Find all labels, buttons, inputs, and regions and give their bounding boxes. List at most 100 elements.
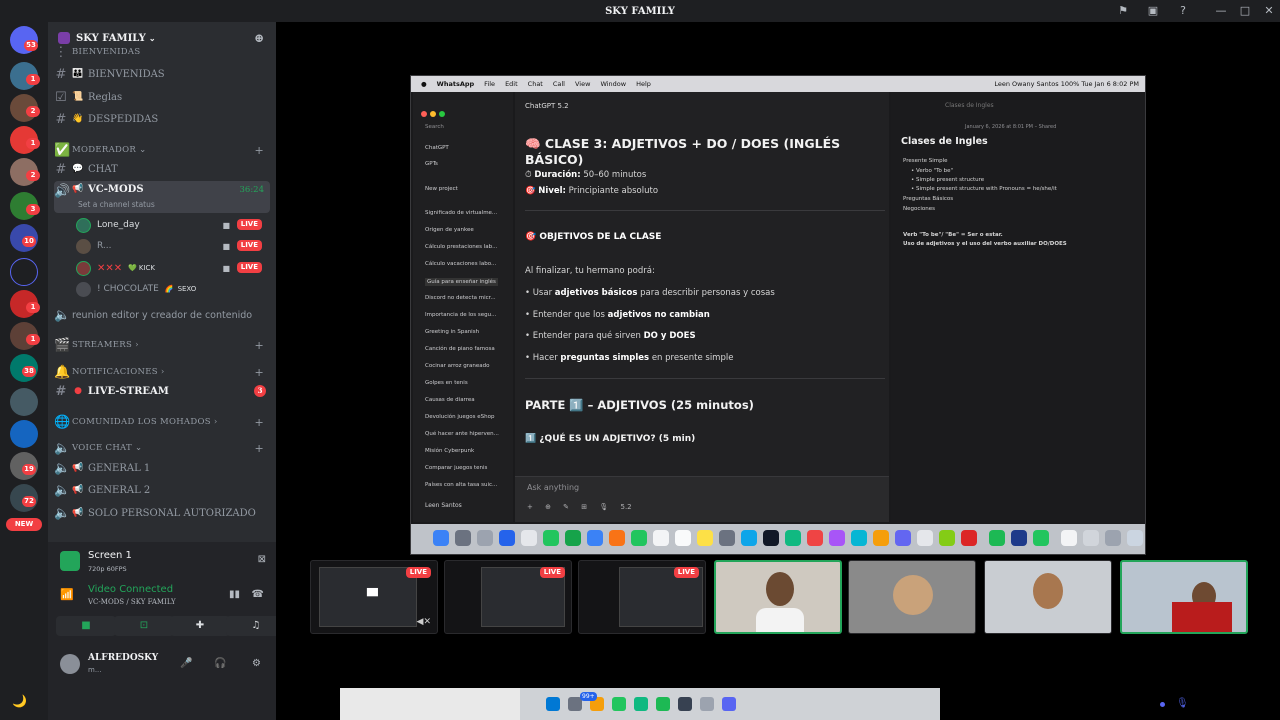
speaker-icon: 🔈 [54,440,71,456]
input-tools: + ⊕ ✎ ⊞ 🎙 5.2 [527,503,632,511]
monitor-icon[interactable]: ▣ [1146,4,1160,18]
disconnect-icon[interactable]: ☎ [252,589,264,600]
camera-button[interactable]: ■ [56,616,116,636]
microphone-icon[interactable]: 🎤 [180,658,192,669]
stream-quality: 720p 60FPS [88,565,127,573]
bullet-text: en presente simple [649,353,734,363]
chrome-icon [917,530,933,546]
server-rail: 53 1 2 1 2 3 10 1 1 38 19 72 NEW [0,22,48,720]
inbox-icon[interactable]: ⚑ [1116,4,1130,18]
voice-channel-solo-personal[interactable]: 🔈 📢 SOLO PERSONAL AUTORIZADO [54,503,270,523]
voice-connection: 📶 Video Connected VC-MODS / SKY FAMILY ▮… [56,582,270,612]
server-badge: 3 [26,204,40,215]
channel-label: SOLO PERSONAL AUTORIZADO [88,507,256,519]
menubar-status: Leen Owany Santos 100% Tue Jan 6 8:02 PM [994,80,1139,88]
add-channel-icon[interactable]: + [254,442,264,455]
maximize-icon[interactable]: □ [1238,4,1252,18]
camera-tile[interactable] [848,560,976,634]
voice-timer: 36:24 [239,185,265,195]
add-member-icon[interactable]: ⊕ [254,31,264,45]
stream-card[interactable]: Screen 1 720p 60FPS ⊠ [56,548,270,578]
participant-body [756,608,804,632]
note-item: Preguntas Básicos [903,196,954,202]
bullet-bold: DO y DOES [643,331,696,341]
server-icon[interactable] [10,420,38,448]
add-channel-icon[interactable]: + [254,366,264,379]
voice-member[interactable]: R... ■ LIVE [76,236,266,256]
category-notificaciones[interactable]: 🔔 NOTIFICACIONES › + [54,362,270,382]
category-bienvenidas[interactable]: ⋮ BIENVENIDAS [54,45,270,60]
folder-icon[interactable] [10,258,38,286]
camera-tile[interactable] [1120,560,1248,634]
app-icon [851,530,867,546]
help-icon[interactable]: ? [1176,4,1190,18]
objectives-heading: 🎯 OBJETIVOS DE LA CLASE [525,232,662,242]
chat-item: Origen de yankee [425,227,474,233]
connection-status: Video Connected [88,584,174,595]
voice-member[interactable]: ✕✕✕ 💚 KICK ■ LIVE [76,258,266,278]
chat-item: Canción de piano famosa [425,346,495,352]
voice-member[interactable]: ! CHOCOLATE 🌈 SEXO [76,279,266,299]
speaker-icon: 🔈 [54,460,71,476]
channel-bienvenidas[interactable]: # 👪 BIENVENIDAS [54,64,270,84]
camera-tile[interactable] [984,560,1112,634]
category-streamers[interactable]: 🎬 STREAMERS › + [54,335,270,355]
server-badge: 2 [26,170,40,181]
close-icon[interactable]: ✕ [1262,4,1276,18]
stream-thumbnail[interactable]: LIVE ▀ ◀✕ [310,560,438,634]
speaker-icon: 🔊 [54,184,71,199]
divider [525,378,885,379]
connection-path[interactable]: VC-MODS / SKY FAMILY [88,598,176,606]
channel-list: SKY FAMILY ⌄ ⊕ ⋮ BIENVENIDAS # 👪 BIENVENIDAS… [48,22,276,542]
photos-icon [609,530,625,546]
stop-stream-icon[interactable]: ⊠ [258,554,266,565]
avatar [76,217,91,233]
add-channel-icon[interactable]: + [254,416,264,429]
server-icon[interactable] [10,388,38,416]
spotify-icon [656,697,670,711]
server-badge: 10 [22,236,36,247]
channel-reglas[interactable]: ☑ 📜 Reglas [54,87,270,107]
add-channel-icon[interactable]: + [254,144,264,157]
category-comunidad[interactable]: 🌐 COMUNIDAD LOS MOHADOS › + [54,412,270,432]
check-icon: ✅ [54,142,71,158]
heart-icon: 💚 [128,264,137,272]
chrome-icon [612,697,626,711]
shared-screen[interactable]: ● WhatsApp File Edit Chat Call View Wind… [410,75,1146,555]
window-controls [421,102,448,121]
category-moderador[interactable]: ✅ MODERADOR ⌄ + [54,140,270,160]
app-icon [1011,530,1027,546]
stream-thumbnail[interactable]: LIVE [578,560,706,634]
note-item: Presente Simple [903,158,948,164]
menu-item: Edit [505,80,518,88]
voice-channel-general-2[interactable]: 🔈 📢 GENERAL 2 [54,480,270,500]
voice-channel-reunion[interactable]: 🔈 reunion editor y creador de contenido [54,305,270,325]
avatar[interactable] [60,654,80,674]
live-badge: LIVE [405,567,431,578]
channel-live-stream[interactable]: # ● LIVE-STREAM 3 [54,381,270,401]
channel-chat[interactable]: # 💬 CHAT [54,159,270,179]
chat-item: Significado de virtualme... [425,210,498,216]
wave-emoji-icon: 👋 [72,114,84,124]
soundboard-icon[interactable]: ▮▮ [229,589,240,600]
sidebar-gpts: GPTs [425,161,438,167]
stream-thumbnail[interactable]: LIVE [444,560,572,634]
duration-value: 50–60 minutos [583,170,647,180]
category-voice-chat[interactable]: 🔈 VOICE CHAT ⌄ + [54,438,270,458]
settings-icon[interactable]: ⚙ [252,658,261,669]
channel-status[interactable]: Set a channel status [78,200,155,209]
guild-icon [58,32,70,44]
activities-button[interactable]: ✚ [170,616,230,636]
headphones-icon[interactable]: 🎧 [214,658,226,669]
discord-icon [895,530,911,546]
camera-tile[interactable] [714,560,842,634]
voice-channel-general-1[interactable]: 🔈 📢 GENERAL 1 [54,458,270,478]
channel-despedidas[interactable]: # 👋 DESPEDIDAS [54,109,270,129]
facetime-icon [631,530,647,546]
minimize-icon[interactable]: — [1214,4,1228,18]
channel-label: DESPEDIDAS [88,113,159,125]
app-icon [678,697,692,711]
voice-member[interactable]: Lone_day ■ LIVE [76,215,266,235]
add-channel-icon[interactable]: + [254,339,264,352]
screen-share-button[interactable]: ⊡ [114,616,174,636]
